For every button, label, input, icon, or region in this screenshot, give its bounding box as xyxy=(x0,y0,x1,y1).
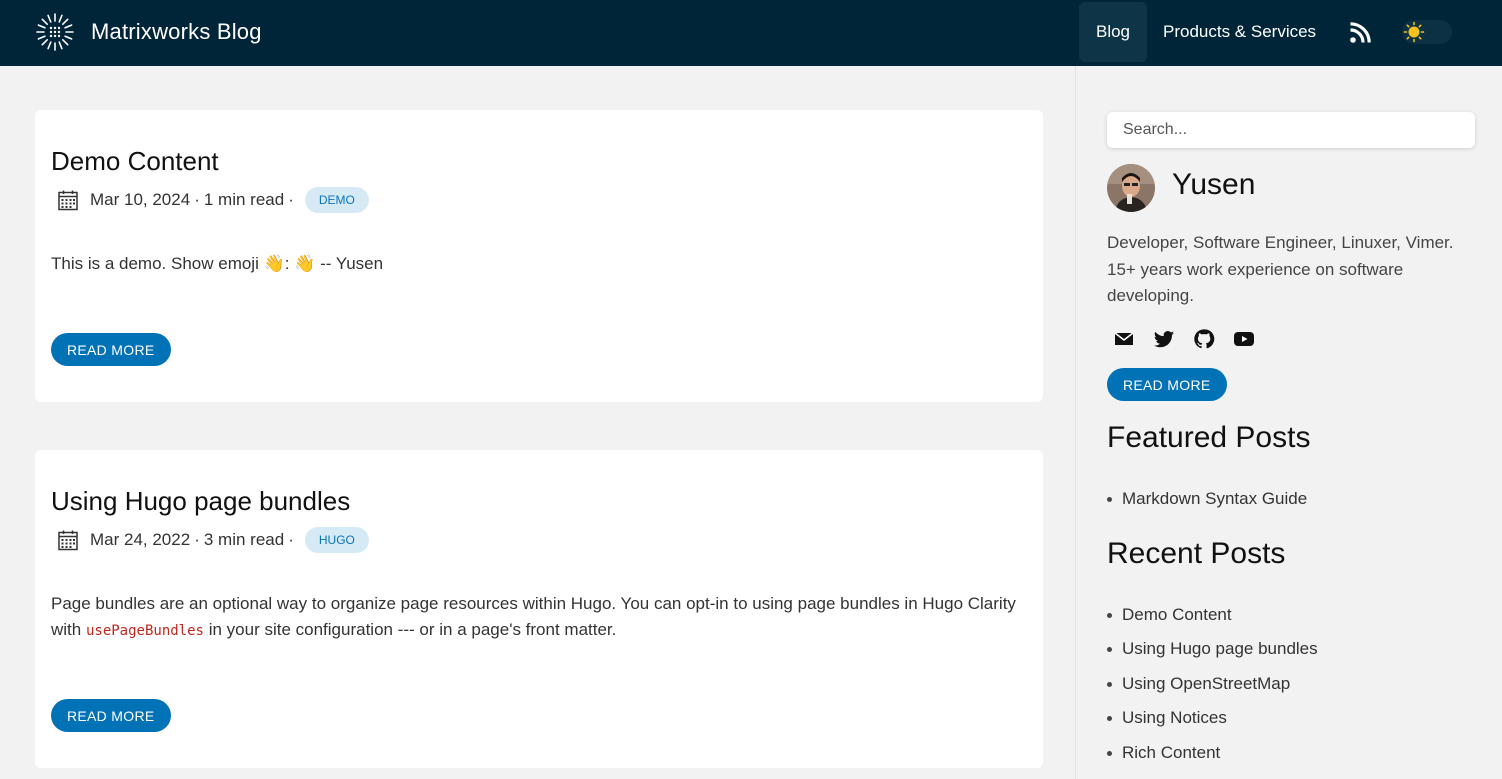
author-bio: Developer, Software Engineer, Linuxer, V… xyxy=(1107,233,1454,305)
recent-post-link[interactable]: Rich Content xyxy=(1107,741,1318,775)
featured-posts-list: Markdown Syntax Guide xyxy=(1107,487,1307,521)
search-input[interactable] xyxy=(1107,112,1475,148)
sidebar-divider xyxy=(1075,66,1076,779)
logo-icon xyxy=(36,13,74,51)
post-card: Using Hugo page bundles Mar 24, 2022 · 3… xyxy=(35,450,1043,768)
calendar-icon xyxy=(58,530,78,551)
nav-item-products-services[interactable]: Products & Services xyxy=(1163,20,1316,44)
post-excerpt: This is a demo. Show emoji 👋: 👋 -- Yusen xyxy=(51,254,384,273)
sun-icon xyxy=(1403,21,1425,43)
recent-posts-heading: Recent Posts xyxy=(1107,537,1286,570)
email-icon[interactable] xyxy=(1113,328,1135,350)
meta-separator: · xyxy=(288,190,294,209)
inline-code: usePageBundles xyxy=(85,623,204,639)
post-date: Mar 24, 2022 xyxy=(90,530,191,549)
read-time: 1 min read xyxy=(203,190,285,209)
top-navbar: Matrixworks Blog Blog Products & Service… xyxy=(0,0,1502,66)
post-excerpt: Page bundles are an optional way to orga… xyxy=(51,591,1031,644)
read-more-button[interactable]: READ MORE xyxy=(51,699,171,732)
meta-separator: · xyxy=(194,190,200,209)
meta-separator: · xyxy=(194,530,200,549)
recent-post-link[interactable]: Demo Content xyxy=(1107,603,1318,637)
youtube-icon[interactable] xyxy=(1233,328,1255,350)
post-date: Mar 10, 2024 xyxy=(90,190,191,209)
avatar-image xyxy=(1107,164,1155,212)
theme-toggle[interactable] xyxy=(1402,20,1452,44)
github-icon[interactable] xyxy=(1193,328,1215,350)
tag-badge[interactable]: DEMO xyxy=(304,187,369,213)
post-meta: Mar 24, 2022 · 3 min read · HUGO xyxy=(51,527,369,553)
post-title[interactable]: Demo Content xyxy=(51,146,219,177)
post-meta: Mar 10, 2024 · 1 min read · DEMO xyxy=(51,187,369,213)
social-links xyxy=(1113,328,1273,350)
post-title[interactable]: Using Hugo page bundles xyxy=(51,486,350,517)
recent-post-link[interactable]: Using Hugo page bundles xyxy=(1107,637,1318,671)
featured-post-link[interactable]: Markdown Syntax Guide xyxy=(1107,487,1307,521)
rss-icon[interactable] xyxy=(1350,22,1371,43)
author-name: Yusen xyxy=(1172,168,1256,201)
recent-post-link[interactable]: Using OpenStreetMap xyxy=(1107,672,1318,706)
about-read-more-button[interactable]: READ MORE xyxy=(1107,368,1227,401)
read-time: 3 min read xyxy=(203,530,285,549)
site-title: Matrixworks Blog xyxy=(91,19,262,44)
recent-post-link[interactable]: Using Notices xyxy=(1107,706,1318,740)
tag-badge[interactable]: HUGO xyxy=(304,527,369,553)
calendar-icon xyxy=(58,190,78,211)
avatar xyxy=(1107,164,1155,212)
brand-link[interactable]: Matrixworks Blog xyxy=(35,12,262,52)
excerpt-text: in your site configuration --- or in a p… xyxy=(203,620,617,639)
meta-separator: · xyxy=(288,530,294,549)
nav-item-blog[interactable]: Blog xyxy=(1079,2,1147,62)
twitter-icon[interactable] xyxy=(1153,328,1175,350)
post-card: Demo Content Mar 10, 2024 · 1 min read ·… xyxy=(35,110,1043,402)
read-more-button[interactable]: READ MORE xyxy=(51,333,171,366)
recent-posts-list: Demo Content Using Hugo page bundles Usi… xyxy=(1107,603,1318,775)
featured-posts-heading: Featured Posts xyxy=(1107,421,1311,454)
